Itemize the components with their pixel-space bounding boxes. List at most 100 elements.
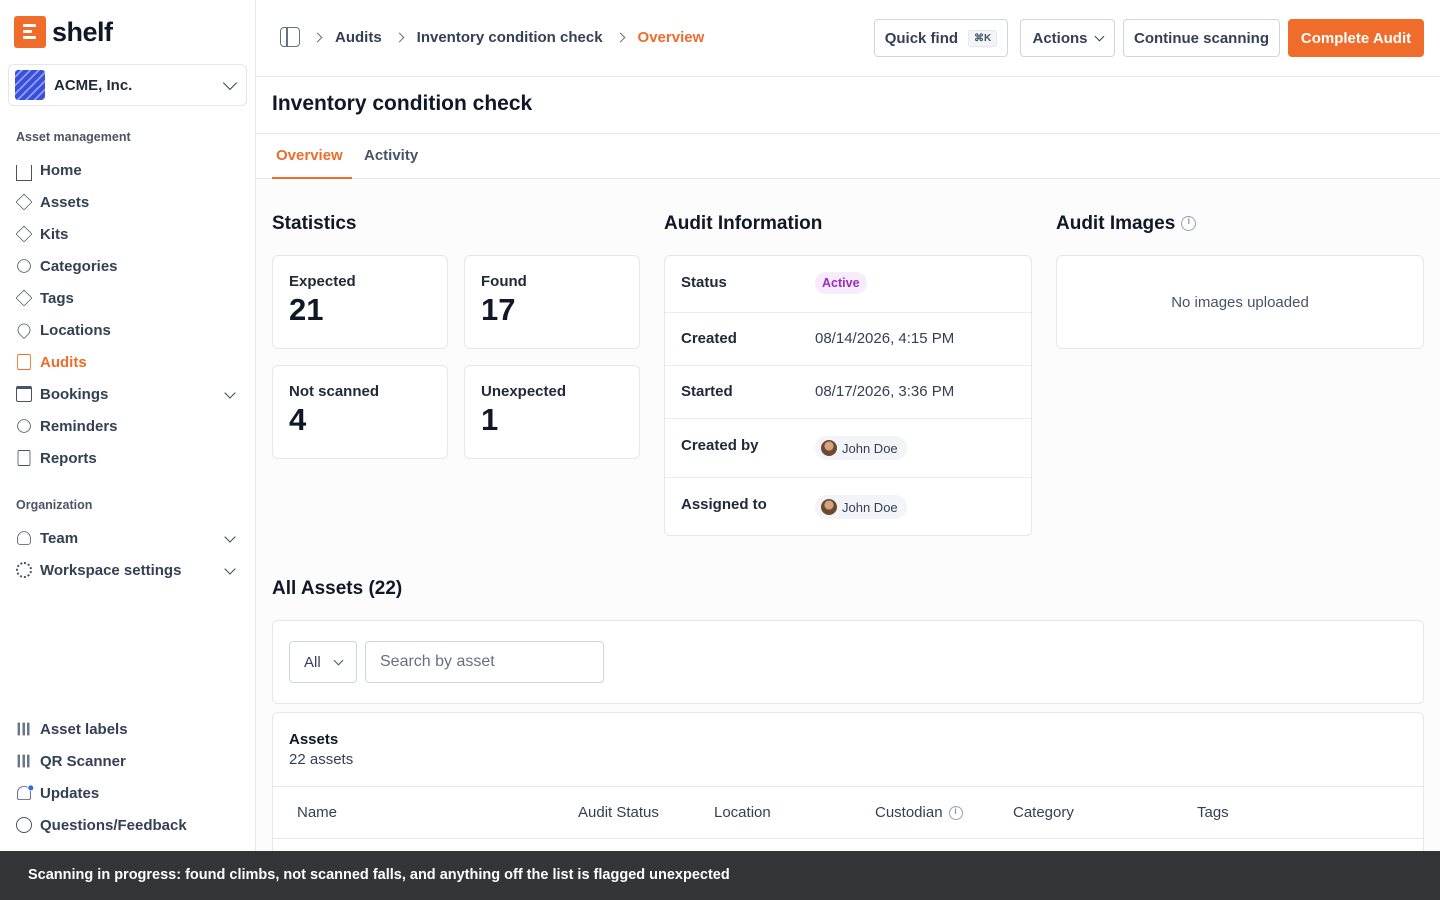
audit-icon — [17, 354, 31, 370]
scan-icon — [17, 754, 31, 768]
sidebar-item-label: Categories — [40, 257, 118, 275]
sidebar-item-label: Team — [40, 529, 79, 547]
tab-activity[interactable]: Activity — [364, 147, 418, 164]
user-chip[interactable]: John Doe — [815, 436, 907, 460]
sidebar-item-updates[interactable]: Updates — [16, 779, 242, 807]
sidebar-item-label: Asset labels — [40, 720, 128, 738]
info-row-created: Created 08/14/2026, 4:15 PM — [665, 313, 1031, 366]
brand-logo[interactable]: shelf — [14, 16, 113, 48]
info-label: Status — [681, 274, 727, 291]
brand-name: shelf — [52, 16, 113, 47]
notification-dot — [27, 784, 35, 792]
chevron-down-icon — [222, 75, 238, 90]
column-header-audit-status[interactable]: Audit Status — [578, 804, 659, 821]
sidebar-item-categories[interactable]: Categories — [16, 252, 242, 280]
chevron-down-icon — [224, 563, 236, 575]
sidebar-item-locations[interactable]: Locations — [14, 316, 242, 344]
page-title: Inventory condition check — [272, 92, 533, 115]
sidebar: shelf ACME, Inc. Asset management Home A… — [0, 0, 256, 900]
sidebar-item-label: Questions/Feedback — [40, 816, 187, 834]
sidebar-item-kits[interactable]: Kits — [15, 220, 242, 248]
sidebar-item-asset-labels[interactable]: Asset labels — [16, 715, 242, 743]
column-header-custodian[interactable]: Custodian — [875, 804, 963, 821]
info-row-started: Started 08/17/2026, 3:36 PM — [665, 366, 1031, 419]
status-filter-select[interactable]: All — [289, 641, 357, 683]
info-row-assigned-to: Assigned to John Doe — [665, 478, 1031, 535]
sidebar-item-reminders[interactable]: Reminders — [16, 412, 242, 440]
sidebar-item-workspace-settings[interactable]: Workspace settings — [16, 556, 242, 584]
qr-icon — [17, 722, 31, 736]
actions-button[interactable]: Actions — [1020, 19, 1115, 57]
stat-value: 21 — [289, 292, 324, 327]
info-label: Started — [681, 383, 733, 400]
stat-card-not-scanned: Not scanned 4 — [272, 365, 448, 459]
categories-icon — [17, 259, 31, 273]
sidebar-item-bookings[interactable]: Bookings — [16, 380, 242, 408]
sidebar-item-reports[interactable]: Reports — [16, 444, 242, 472]
empty-state-text: No images uploaded — [1171, 293, 1309, 311]
info-icon[interactable] — [1181, 216, 1197, 232]
select-value: All — [304, 653, 321, 671]
sidebar-item-label: Workspace settings — [40, 561, 182, 579]
stat-value: 4 — [289, 402, 307, 437]
sidebar-item-label: Assets — [40, 193, 90, 211]
sidebar-toggle-icon[interactable] — [280, 27, 300, 47]
tag-icon — [15, 289, 33, 307]
sidebar-item-home[interactable]: Home — [16, 156, 242, 184]
sidebar-item-questions-feedback[interactable]: Questions/Feedback — [16, 811, 242, 839]
org-switcher[interactable]: ACME, Inc. — [8, 64, 247, 106]
chevron-down-icon — [333, 655, 344, 666]
sidebar-item-team[interactable]: Team — [16, 524, 242, 552]
stat-label: Expected — [289, 273, 356, 290]
section-organization: Organization — [16, 498, 93, 512]
avatar — [821, 440, 837, 456]
audit-images-heading: Audit Images — [1056, 213, 1197, 235]
info-label: Assigned to — [681, 496, 767, 513]
breadcrumb-audits[interactable]: Audits — [335, 29, 382, 46]
info-icon[interactable] — [948, 806, 963, 821]
actions-label: Actions — [1032, 29, 1088, 47]
sidebar-item-audits[interactable]: Audits — [16, 348, 242, 376]
continue-scanning-button[interactable]: Continue scanning — [1123, 19, 1280, 57]
sidebar-item-tags[interactable]: Tags — [15, 284, 242, 312]
chevron-down-icon — [1094, 31, 1104, 41]
column-header-location[interactable]: Location — [714, 804, 771, 821]
user-chip[interactable]: John Doe — [815, 495, 907, 519]
column-header-tags[interactable]: Tags — [1197, 804, 1229, 821]
quick-find-button[interactable]: Quick find ⌘K — [874, 19, 1008, 57]
sidebar-item-label: Kits — [40, 225, 69, 243]
org-avatar — [15, 70, 45, 100]
column-header-label: Custodian — [875, 804, 943, 821]
info-label: Created — [681, 330, 737, 347]
chevron-down-icon — [224, 387, 236, 399]
stat-value: 1 — [481, 402, 499, 437]
org-name: ACME, Inc. — [54, 76, 133, 94]
shelf-logo-icon — [14, 16, 46, 48]
sidebar-item-label: Audits — [40, 353, 87, 371]
info-label: Created by — [681, 437, 759, 454]
breadcrumb: Audits Inventory condition check Overvie… — [280, 27, 704, 47]
sidebar-item-label: Bookings — [40, 385, 109, 403]
quick-find-label: Quick find — [884, 29, 959, 47]
search-input[interactable] — [365, 641, 604, 683]
table-title: Assets — [289, 731, 339, 748]
sidebar-item-label: Updates — [40, 784, 100, 802]
stat-value: 17 — [481, 292, 516, 327]
sidebar-item-label: Reminders — [40, 417, 118, 435]
status-badge: Active — [815, 272, 867, 294]
chevron-right-icon — [394, 32, 405, 42]
tab-overview[interactable]: Overview — [276, 147, 343, 164]
breadcrumb-audit-name[interactable]: Inventory condition check — [417, 29, 603, 46]
user-name: John Doe — [842, 499, 898, 515]
complete-audit-button[interactable]: Complete Audit — [1288, 19, 1424, 57]
shortcut-badge: ⌘K — [968, 29, 998, 47]
sidebar-item-assets[interactable]: Assets — [15, 188, 242, 216]
column-header-name[interactable]: Name — [297, 804, 337, 821]
stat-card-expected: Expected 21 — [272, 255, 448, 349]
stat-label: Found — [481, 273, 527, 290]
report-icon — [17, 450, 31, 466]
kits-icon — [15, 225, 33, 243]
sidebar-item-qr-scanner[interactable]: QR Scanner — [16, 747, 242, 775]
column-header-category[interactable]: Category — [1013, 804, 1074, 821]
chevron-right-icon — [615, 32, 625, 42]
